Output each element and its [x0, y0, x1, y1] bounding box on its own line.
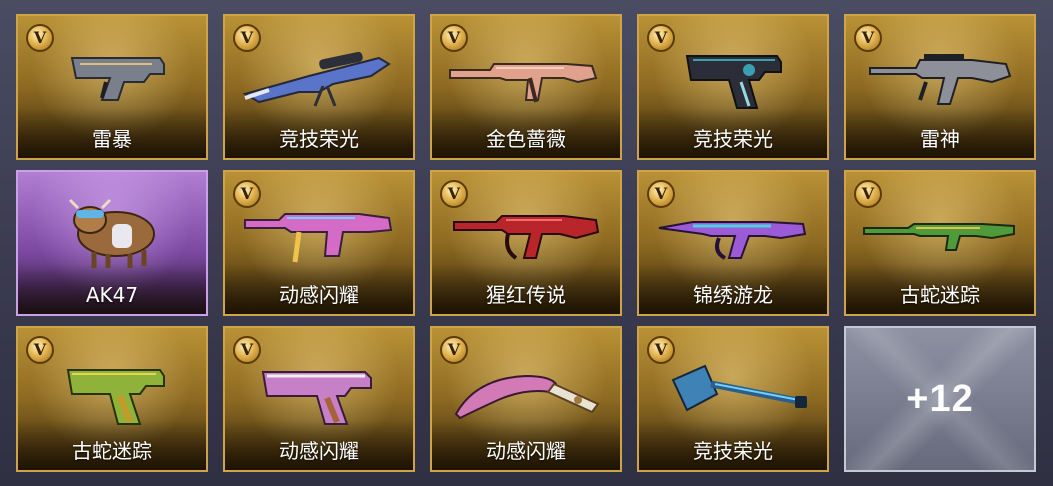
badge-letter: V — [654, 184, 668, 203]
weapon-card[interactable]: V 锦绣游龙 — [637, 170, 829, 316]
weapon-name: 动感闪耀 — [279, 283, 359, 307]
badge-letter: V — [447, 28, 461, 47]
weapon-card[interactable]: V 雷暴 — [16, 14, 208, 160]
badge-letter: V — [654, 340, 668, 359]
weapon-name: 竞技荣光 — [693, 127, 773, 151]
weapon-name: AK47 — [85, 283, 139, 307]
bull-mascot-icon — [68, 198, 155, 268]
weapon-card[interactable]: AK47 — [16, 170, 208, 316]
v-badge-icon: V — [26, 24, 54, 52]
assault-rifle-icon — [449, 63, 598, 103]
weapon-card[interactable]: V 动感闪耀 — [430, 326, 622, 472]
badge-letter: V — [33, 340, 47, 359]
weapon-name: 锦绣游龙 — [693, 283, 773, 307]
pistol-icon — [70, 57, 165, 101]
rifle-icon — [453, 215, 600, 260]
pistol-icon — [66, 369, 165, 425]
v-badge-icon: V — [440, 24, 468, 52]
v-badge-icon: V — [647, 336, 675, 364]
v-badge-icon: V — [233, 24, 261, 52]
badge-letter: V — [240, 340, 254, 359]
v-badge-icon: V — [233, 336, 261, 364]
badge-letter: V — [240, 28, 254, 47]
sniper-rifle-icon — [242, 51, 391, 107]
weapon-name: 古蛇迷踪 — [72, 439, 152, 463]
weapon-card[interactable]: V 动感闪耀 — [223, 170, 415, 316]
weapon-card[interactable]: V 金色蔷薇 — [430, 14, 622, 160]
more-items-button[interactable]: +12 — [844, 326, 1036, 472]
v-badge-icon: V — [647, 24, 675, 52]
rifle-icon — [658, 221, 807, 260]
weapon-name: 古蛇迷踪 — [900, 283, 980, 307]
weapon-name: 动感闪耀 — [486, 439, 566, 463]
badge-letter: V — [861, 184, 875, 203]
badge-letter: V — [447, 184, 461, 203]
v-badge-icon: V — [233, 180, 261, 208]
v-badge-icon: V — [440, 336, 468, 364]
weapon-name: 竞技荣光 — [279, 127, 359, 151]
v-badge-icon: V — [854, 180, 882, 208]
badge-letter: V — [33, 28, 47, 47]
weapon-card[interactable]: V 竞技荣光 — [223, 14, 415, 160]
assault-rifle-icon — [869, 54, 1012, 105]
v-badge-icon: V — [854, 24, 882, 52]
pistol-icon — [261, 371, 372, 425]
shovel-icon — [671, 364, 807, 412]
badge-letter: V — [447, 340, 461, 359]
v-badge-icon: V — [647, 180, 675, 208]
weapon-card[interactable]: V 竞技荣光 — [637, 326, 829, 472]
pistol-icon — [685, 55, 782, 109]
badge-letter: V — [861, 28, 875, 47]
smg-icon — [244, 213, 393, 263]
v-badge-icon: V — [440, 180, 468, 208]
more-count: +12 — [906, 378, 974, 420]
badge-letter: V — [654, 28, 668, 47]
weapon-name: 竞技荣光 — [693, 439, 773, 463]
machete-icon — [454, 374, 600, 420]
rifle-icon — [863, 223, 1015, 251]
v-badge-icon: V — [26, 336, 54, 364]
weapon-grid: V 雷暴 V 竞技荣光 V 金色蔷薇 V 竞技荣光 V 雷神 AK47 V 动感… — [16, 14, 1036, 472]
weapon-card[interactable]: V 动感闪耀 — [223, 326, 415, 472]
badge-letter: V — [240, 184, 254, 203]
weapon-name: 金色蔷薇 — [486, 127, 566, 151]
weapon-card[interactable]: V 竞技荣光 — [637, 14, 829, 160]
weapon-card[interactable]: V 古蛇迷踪 — [16, 326, 208, 472]
weapon-card[interactable]: V 雷神 — [844, 14, 1036, 160]
weapon-name: 猩红传说 — [486, 283, 566, 307]
weapon-name: 动感闪耀 — [279, 439, 359, 463]
weapon-name: 雷暴 — [92, 127, 132, 151]
weapon-name: 雷神 — [920, 127, 960, 151]
weapon-card[interactable]: V 猩红传说 — [430, 170, 622, 316]
weapon-card[interactable]: V 古蛇迷踪 — [844, 170, 1036, 316]
